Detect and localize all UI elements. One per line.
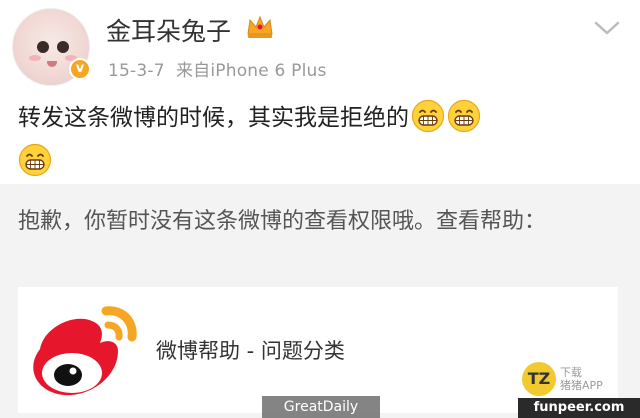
avatar-eye [37, 41, 49, 53]
tz-watermark-text: 下载 猪猪APP [560, 366, 603, 392]
post-date: 15-3-7 [108, 61, 165, 81]
avatar-cheek [29, 55, 41, 61]
grin-emoji [18, 143, 52, 176]
weibo-post: v 金耳朵兔子 15-3-7 来自iPhone 6 Plus 转发这条微博的时候… [0, 0, 640, 184]
link-card[interactable]: 微博帮助 - 问题分类 [18, 287, 618, 413]
post-text: 转发这条微博的时候，其实我是拒绝的 [18, 105, 409, 131]
tz-line2: 猪猪APP [560, 379, 603, 392]
post-meta: 15-3-7 来自iPhone 6 Plus [108, 56, 327, 81]
grin-emoji [447, 99, 481, 132]
post-content: 转发这条微博的时候，其实我是拒绝的 [18, 96, 618, 184]
post-source[interactable]: 来自iPhone 6 Plus [176, 61, 327, 81]
avatar-eye [57, 41, 69, 53]
greatdaily-watermark: GreatDaily [262, 396, 380, 418]
grin-emoji [411, 99, 445, 132]
repost-notice: 抱歉，你暂时没有这条微博的查看权限哦。查看帮助： [18, 209, 547, 234]
card-title[interactable]: 微博帮助 - 问题分类 [156, 335, 345, 365]
username[interactable]: 金耳朵兔子 [106, 12, 231, 48]
funpeer-watermark: funpeer.com [518, 398, 640, 418]
verified-badge: v [69, 58, 91, 80]
tz-line1: 下载 [560, 366, 582, 379]
weibo-logo-icon [33, 306, 137, 396]
chevron-down-icon[interactable] [592, 18, 622, 38]
tz-logo-icon: TZ [522, 362, 556, 396]
crown-icon [247, 15, 273, 38]
avatar-mouth [47, 61, 57, 67]
